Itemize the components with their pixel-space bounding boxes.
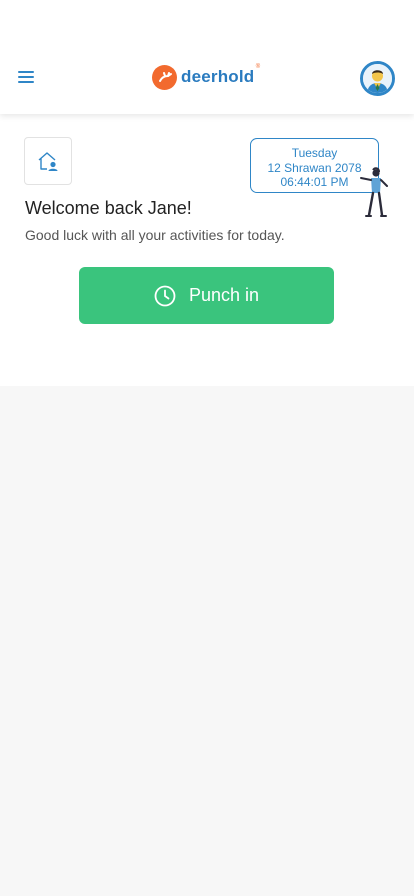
punch-in-label: Punch in [188,285,260,305]
dashboard-card: Tuesday 12 Shrawan 2078 06:44:01 PM Welc… [0,114,414,386]
brand-logo: deerhold ® [152,64,261,90]
welcome-heading: Welcome back Jane! [25,198,192,218]
weekday: Tuesday [291,146,338,160]
deer-logo-icon [152,64,177,90]
clock-icon [154,285,176,307]
registered-mark: ® [255,64,261,70]
hamburger-menu-icon[interactable] [18,70,36,84]
punch-in-button[interactable]: Punch in [79,267,334,324]
home-user-icon[interactable] [24,137,72,185]
user-avatar-icon[interactable] [360,61,395,96]
app-header: deerhold ® [0,0,414,114]
person-illustration [356,166,392,218]
welcome-subtitle: Good luck with all your activities for t… [25,227,285,243]
brand-name: deerhold ® [181,64,261,86]
